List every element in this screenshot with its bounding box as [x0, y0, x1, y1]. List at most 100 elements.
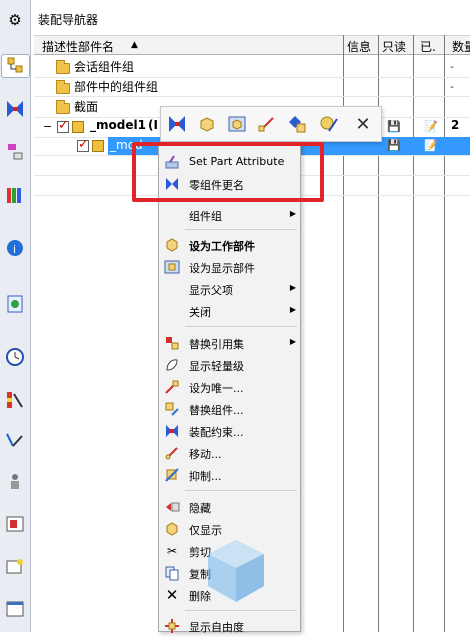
- delete-icon: ✕: [165, 586, 179, 604]
- panel-title: 装配导航器: [38, 13, 99, 27]
- column-name[interactable]: 描述性部件名: [42, 38, 114, 55]
- assembly-constraints-icon[interactable]: [164, 111, 190, 137]
- make-unique-icon: [164, 379, 180, 395]
- gear-icon[interactable]: ⚙: [3, 8, 27, 32]
- replace-component-icon: [164, 401, 180, 417]
- show-component-icon[interactable]: [224, 111, 250, 137]
- menu-item-assembly-constraints[interactable]: 装配约束...: [159, 420, 300, 442]
- menu-label: 显示轻量级: [189, 360, 244, 373]
- menu-label: 显示自由度: [189, 621, 244, 634]
- modified-icon: 📝: [424, 139, 438, 152]
- column-divider: [444, 35, 445, 632]
- tree-item-session-groups[interactable]: 会话组件组: [74, 58, 134, 75]
- column-info[interactable]: 信息: [347, 38, 371, 55]
- hide-icon: [164, 499, 180, 515]
- count-value: 2: [451, 118, 460, 132]
- menu-label: 组件组: [189, 210, 222, 223]
- column-header: 描述性部件名 ▲ 信息 只读 已. 数量: [34, 35, 470, 55]
- menu-label: 装配约束...: [189, 426, 244, 439]
- assembly-navigator-icon[interactable]: [1, 54, 30, 78]
- window-icon[interactable]: [3, 597, 27, 621]
- menu-label: 设为唯一...: [189, 382, 244, 395]
- show-only-icon: [164, 521, 180, 537]
- menu-label: 移动...: [189, 448, 222, 461]
- save-icon: 💾: [387, 120, 401, 133]
- menu-label: 替换组件...: [189, 404, 244, 417]
- web-browser-icon[interactable]: i: [3, 236, 27, 260]
- assembly-constraints-icon: [164, 423, 180, 439]
- system-icon[interactable]: [3, 555, 27, 579]
- menu-item-replace-component[interactable]: 替换组件...: [159, 398, 300, 420]
- component-icon[interactable]: [194, 111, 220, 137]
- process-icon[interactable]: [3, 428, 27, 452]
- menu-label: 设为显示部件: [189, 262, 255, 275]
- lightweight-icon: [164, 357, 180, 373]
- work-part-icon: [164, 237, 180, 253]
- watermark-logo-icon: [204, 536, 268, 606]
- constraint-navigator-icon[interactable]: [3, 97, 27, 121]
- resource-bar: ⚙ i: [0, 0, 31, 632]
- edit-display-icon[interactable]: [316, 111, 342, 137]
- menu-item-show-dof[interactable]: 显示自由度: [159, 615, 300, 637]
- column-modified[interactable]: 已.: [420, 38, 436, 55]
- menu-item-make-unique[interactable]: 设为唯一...: [159, 376, 300, 398]
- menu-label: 关闭: [189, 306, 211, 319]
- menu-label: 设为工作部件: [189, 240, 255, 253]
- menu-item-component-group[interactable]: 组件组 ▶: [159, 204, 300, 226]
- menu-label: 抑制...: [189, 470, 222, 483]
- menu-item-make-work-part[interactable]: 设为工作部件: [159, 234, 300, 256]
- row-divider: [34, 96, 470, 97]
- move-icon: [164, 445, 180, 461]
- column-readonly[interactable]: 只读: [382, 38, 406, 55]
- reference-set-icon: [164, 335, 180, 351]
- folder-icon: [56, 80, 70, 94]
- tree-item-sections[interactable]: 截面: [74, 98, 98, 115]
- part-icon: [92, 140, 104, 152]
- assembly-icon: [72, 121, 84, 133]
- submenu-arrow-icon: ▶: [289, 283, 296, 292]
- move-component-icon[interactable]: [254, 111, 280, 137]
- part-navigator-icon[interactable]: [3, 140, 27, 164]
- copy-icon: [164, 565, 180, 581]
- visualization-icon[interactable]: [3, 388, 27, 412]
- menu-separator: [185, 229, 297, 230]
- visibility-checkbox[interactable]: [77, 137, 89, 152]
- tree-item-root-suffix: (I: [148, 118, 158, 132]
- menu-item-make-displayed-part[interactable]: 设为显示部件: [159, 256, 300, 278]
- history-icon[interactable]: [3, 292, 27, 316]
- folder-icon: [56, 100, 70, 114]
- menu-separator: [185, 490, 297, 491]
- folder-icon: [56, 60, 70, 74]
- menu-label: 显示父项: [189, 284, 233, 297]
- modified-icon: 📝: [424, 120, 438, 133]
- submenu-arrow-icon: ▶: [289, 209, 296, 218]
- column-count[interactable]: 数量: [452, 38, 470, 55]
- tree-item-root[interactable]: _model1: [90, 118, 146, 132]
- menu-label: 替换引用集: [189, 338, 244, 351]
- reuse-library-icon[interactable]: [3, 183, 27, 207]
- column-divider: [413, 35, 414, 632]
- menu-item-close[interactable]: 关闭 ▶: [159, 300, 300, 322]
- menu-separator: [185, 326, 297, 327]
- clock-icon[interactable]: [3, 345, 27, 369]
- collapse-icon[interactable]: −: [43, 120, 52, 133]
- roles-icon[interactable]: [3, 470, 27, 494]
- menu-item-suppress[interactable]: 抑制...: [159, 464, 300, 486]
- menu-item-move[interactable]: 移动...: [159, 442, 300, 464]
- sheet-icon[interactable]: [3, 512, 27, 536]
- visibility-checkbox[interactable]: [57, 118, 69, 133]
- submenu-arrow-icon: ▶: [289, 305, 296, 314]
- sort-ascending-icon[interactable]: ▲: [131, 40, 138, 50]
- delete-icon[interactable]: ✕: [350, 111, 376, 137]
- count-value: -: [450, 60, 454, 73]
- submenu-arrow-icon: ▶: [289, 337, 296, 346]
- menu-item-hide[interactable]: 隐藏: [159, 496, 300, 518]
- menu-item-show-lightweight[interactable]: 显示轻量级: [159, 354, 300, 376]
- menu-item-show-parent[interactable]: 显示父项 ▶: [159, 278, 300, 300]
- count-value: -: [450, 80, 454, 93]
- menu-separator: [185, 610, 297, 611]
- menu-item-replace-reference-set[interactable]: 替换引用集 ▶: [159, 332, 300, 354]
- tree-item-part-groups[interactable]: 部件中的组件组: [74, 78, 158, 95]
- svg-text:i: i: [13, 243, 16, 256]
- reposition-icon[interactable]: [284, 111, 310, 137]
